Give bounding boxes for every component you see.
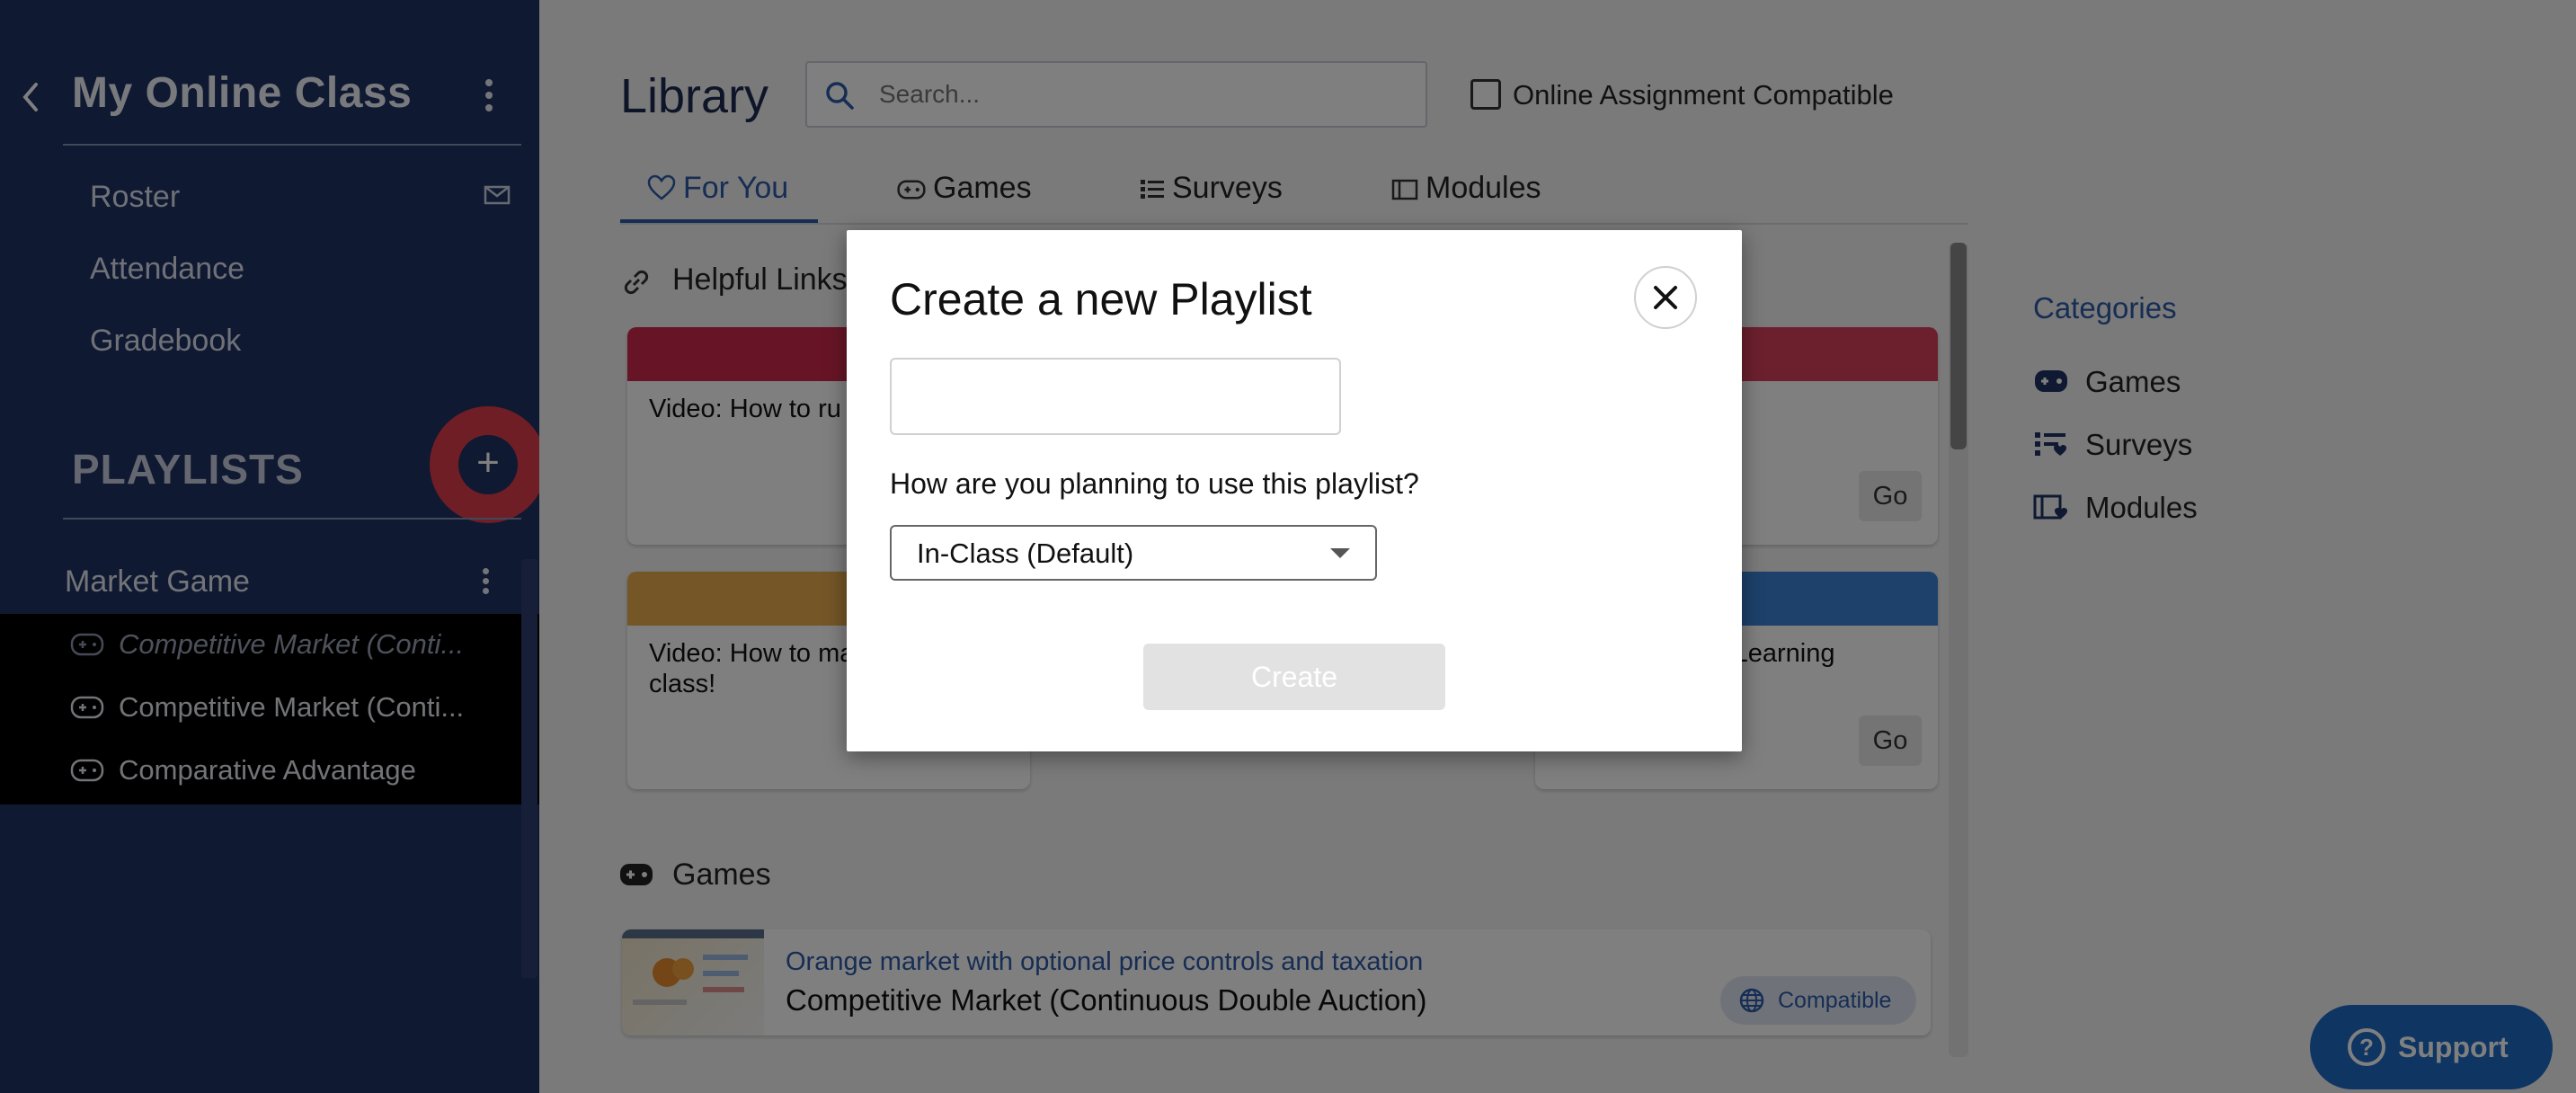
create-button[interactable]: Create — [1143, 644, 1445, 710]
create-playlist-modal: Create a new Playlist How are you planni… — [847, 230, 1742, 751]
playlist-name-input[interactable] — [890, 358, 1341, 435]
usage-select[interactable]: In-Class (Default) — [890, 525, 1377, 581]
usage-select-value: In-Class (Default) — [917, 538, 1134, 569]
close-button[interactable] — [1634, 266, 1697, 329]
chevron-down-icon — [1330, 548, 1350, 558]
usage-question: How are you planning to use this playlis… — [890, 467, 1419, 500]
modal-title: Create a new Playlist — [890, 274, 1312, 324]
close-icon — [1654, 286, 1677, 309]
